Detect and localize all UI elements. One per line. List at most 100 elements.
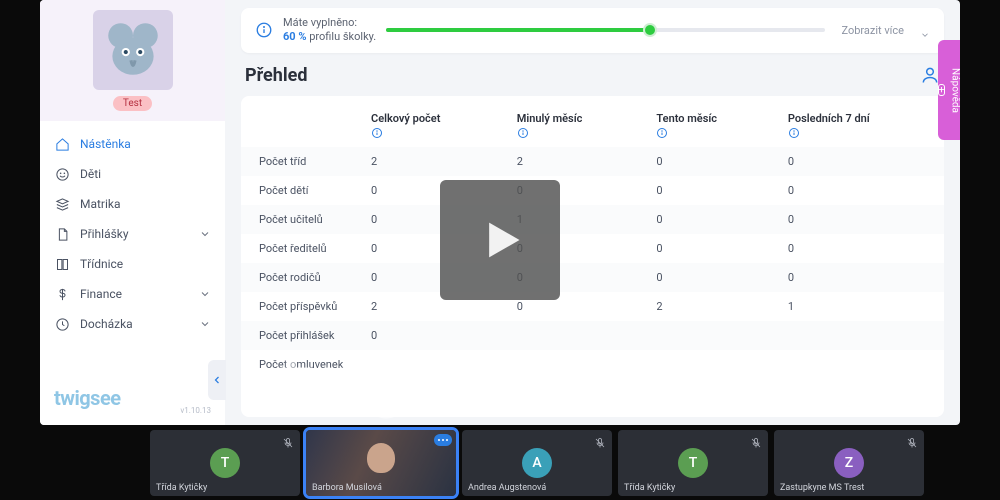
- participant-name: Andrea Augstenová: [468, 483, 546, 493]
- row-label: Počet ředitelů: [241, 234, 361, 263]
- cell: 2: [507, 147, 647, 176]
- cell: 1: [778, 292, 944, 321]
- cell: [778, 350, 944, 379]
- profile-badge: Test: [113, 96, 152, 111]
- mic-muted-icon: [906, 434, 918, 446]
- cell: [646, 350, 778, 379]
- cell: 0: [778, 205, 944, 234]
- brand-area: twigsee v1.10.13: [40, 376, 225, 425]
- sidebar-item-clock[interactable]: Docházka: [40, 309, 225, 339]
- participants-dock: TTřída KytičkyBarbora MusilováAAndrea Au…: [150, 430, 980, 496]
- mic-muted-icon: [750, 434, 762, 446]
- chevron-down-icon: [920, 25, 930, 35]
- overview-card: Celkový početMinulý měsícTento měsícPosl…: [241, 96, 944, 417]
- version-label: v1.10.13: [180, 406, 211, 415]
- cell: 2: [361, 147, 507, 176]
- row-label: Počet tříd: [241, 147, 361, 176]
- page-header: Přehled: [241, 65, 944, 86]
- participant-name: Zastupkyne MS Trest: [780, 483, 864, 493]
- participant-name: Třída Kytičky: [156, 483, 207, 493]
- table-row: Počet příspěvků2021: [241, 292, 944, 321]
- column-header: Posledních 7 dní: [778, 104, 944, 147]
- chevron-down-icon: [199, 318, 211, 330]
- cell: 2: [646, 292, 778, 321]
- plus-icon: +: [938, 84, 946, 96]
- info-icon[interactable]: [371, 127, 383, 139]
- info-icon[interactable]: [656, 127, 668, 139]
- chevron-down-icon: [199, 288, 211, 300]
- smile-icon: [54, 166, 70, 182]
- row-label: Počet přihlášek: [241, 321, 361, 350]
- dollar-icon: [54, 286, 70, 302]
- table-row: Počet přihlášek0: [241, 321, 944, 350]
- row-label: Počet omluvenek: [241, 350, 361, 379]
- avatar-initial: T: [678, 448, 708, 478]
- cell: [507, 350, 647, 379]
- row-label: Počet dětí: [241, 176, 361, 205]
- sidebar-item-doc[interactable]: Přihlášky: [40, 219, 225, 249]
- table-row: Počet rodičů0000: [241, 263, 944, 292]
- sidebar-item-stack[interactable]: Matrika: [40, 189, 225, 219]
- cell: 0: [646, 263, 778, 292]
- sidebar-item-label: Matrika: [80, 197, 121, 211]
- sidebar-item-smile[interactable]: Děti: [40, 159, 225, 189]
- avatar-block: Test: [40, 0, 225, 121]
- info-icon[interactable]: [788, 127, 800, 139]
- participant-tile[interactable]: TTřída Kytičky: [618, 430, 768, 496]
- play-button[interactable]: [440, 180, 560, 300]
- main-content: Máte vyplněno: 60 % profilu školky. Zobr…: [225, 0, 960, 425]
- banner-text: Máte vyplněno: 60 % profilu školky.: [283, 16, 376, 45]
- table-row: Počet tříd2200: [241, 147, 944, 176]
- page-title: Přehled: [245, 65, 307, 86]
- user-icon[interactable]: [920, 65, 940, 85]
- profile-completeness-banner: Máte vyplněno: 60 % profilu školky. Zobr…: [241, 8, 944, 53]
- participant-tile[interactable]: Z Zastupkyne MS Trest: [774, 430, 924, 496]
- cell: [361, 350, 507, 379]
- progress-bar[interactable]: [386, 28, 825, 32]
- avatar-initial: T: [210, 448, 240, 478]
- avatar-initial: A: [522, 448, 552, 478]
- sidebar-item-label: Přihlášky: [80, 227, 129, 241]
- participant-tile[interactable]: Barbora Musilová: [306, 430, 456, 496]
- cell: 0: [361, 321, 507, 350]
- menu-dots-icon[interactable]: [434, 434, 452, 446]
- collapse-sidebar-button[interactable]: [208, 360, 226, 400]
- column-header: Minulý měsíc: [507, 104, 647, 147]
- sidebar-item-dollar[interactable]: Finance: [40, 279, 225, 309]
- sidebar-item-home[interactable]: Nástěnka: [40, 129, 225, 159]
- cell: [778, 321, 944, 350]
- info-icon[interactable]: [517, 127, 529, 139]
- participant-name: Barbora Musilová: [312, 483, 382, 493]
- table-row: Počet učitelů0100: [241, 205, 944, 234]
- stack-icon: [54, 196, 70, 212]
- chevron-down-icon: [199, 228, 211, 240]
- table-row: Počet dětí0000: [241, 176, 944, 205]
- row-label: Počet rodičů: [241, 263, 361, 292]
- cell: 0: [778, 147, 944, 176]
- sidebar-item-label: Děti: [80, 167, 101, 181]
- clock-icon: [54, 316, 70, 332]
- cell: 0: [646, 147, 778, 176]
- cell: [507, 321, 647, 350]
- cell: [646, 321, 778, 350]
- home-icon: [54, 136, 70, 152]
- participant-name: Třída Kytičky: [624, 483, 675, 493]
- cell: 0: [778, 234, 944, 263]
- participant-tile[interactable]: A Andrea Augstenová: [462, 430, 612, 496]
- school-avatar[interactable]: [93, 10, 173, 90]
- sidebar-item-book[interactable]: Třídnice: [40, 249, 225, 279]
- participant-tile[interactable]: TTřída Kytičky: [150, 430, 300, 496]
- avatar-initial: Z: [834, 448, 864, 478]
- sidebar-item-label: Třídnice: [80, 257, 123, 271]
- row-label: Počet příspěvků: [241, 292, 361, 321]
- info-icon: [255, 21, 273, 39]
- nav: Nástěnka Děti Matrika Přihlášky Třídnice Fina…: [40, 121, 225, 376]
- show-more-link[interactable]: Zobrazit více: [835, 24, 910, 37]
- mic-muted-icon: [594, 434, 606, 446]
- cell: 0: [778, 263, 944, 292]
- help-tab[interactable]: Nápověda +: [938, 40, 960, 140]
- cell: 0: [646, 176, 778, 205]
- column-header: Celkový počet: [361, 104, 507, 147]
- sidebar-item-label: Nástěnka: [80, 137, 131, 151]
- doc-icon: [54, 226, 70, 242]
